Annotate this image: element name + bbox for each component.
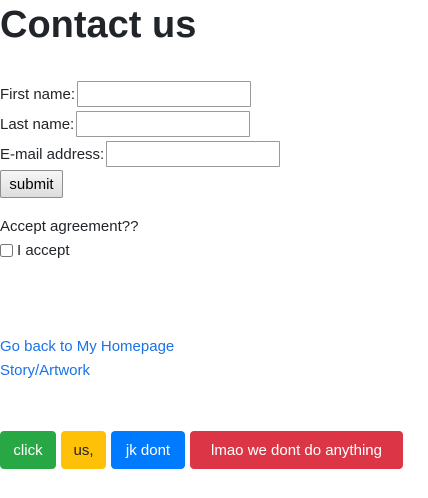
accept-checkbox-row[interactable]: I accept [0,242,70,259]
email-label: E-mail address: [0,145,105,163]
last-name-input[interactable] [76,111,251,137]
submit-button[interactable]: submit [0,170,63,198]
accept-checkbox[interactable] [0,244,13,257]
last-name-label: Last name: [0,115,75,133]
first-name-row: First name: [0,79,252,109]
email-input[interactable] [106,141,281,167]
jk-dont-button[interactable]: jk dont [111,431,185,469]
page-title: Contact us [0,4,197,46]
lmao-button[interactable]: lmao we dont do anything [190,431,403,469]
last-name-row: Last name: [0,109,251,139]
click-button[interactable]: click [0,431,56,469]
first-name-input[interactable] [77,81,252,107]
homepage-link[interactable]: Go back to My Homepage [0,338,174,355]
story-artwork-link[interactable]: Story/Artwork [0,362,90,379]
agreement-prompt: Accept agreement?? [0,218,139,235]
email-row: E-mail address: [0,139,281,169]
first-name-label: First name: [0,85,76,103]
accept-checkbox-label: I accept [17,242,70,259]
us-button[interactable]: us, [61,431,106,469]
